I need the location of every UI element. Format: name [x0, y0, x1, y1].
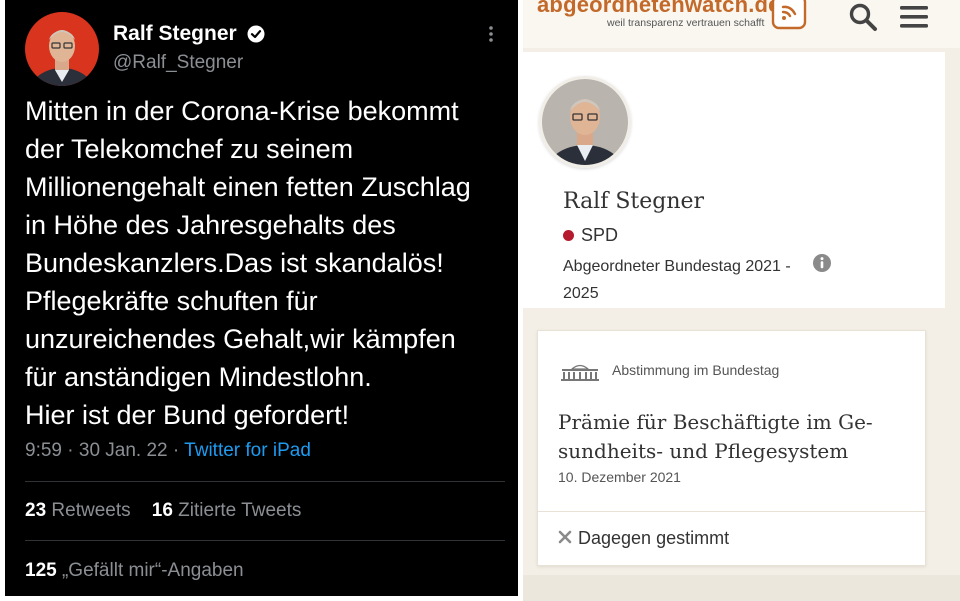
tweet-date[interactable]: 30 Jan. 22 [79, 440, 168, 461]
tweet-text-line: unzureichendes Gehalt,wir kämpfen [25, 324, 456, 354]
vote-result: Dagegen gestimmt [578, 528, 730, 548]
logo-mark-icon[interactable] [771, 0, 807, 30]
page-bottom [523, 575, 960, 601]
tweet-text: Mitten in der Corona-Krise bekommt der T… [25, 92, 515, 434]
menu-icon[interactable] [899, 4, 929, 30]
likes-label[interactable]: „Gefällt mir“-Angaben [62, 560, 244, 581]
verified-badge-icon [247, 25, 265, 43]
party-name[interactable]: SPD [581, 225, 618, 246]
abgeordnetenwatch-page: abgeordnetenwatch.de weil transparenz ve… [523, 0, 960, 601]
site-logo[interactable]: abgeordnetenwatch.de [537, 0, 781, 18]
tweet-text-line: in Höhe des Jahresgehalts des [25, 210, 396, 240]
politician-profile: Ralf Stegner SPD Abgeordneter Bundestag … [523, 52, 945, 308]
tweet-time[interactable]: 9:59 [25, 440, 62, 461]
like-stats: 125 „Gefällt mir“-Angaben [25, 560, 244, 582]
vote-title-line[interactable]: Prämie für Beschäftigte im Ge- [558, 408, 908, 437]
divider [25, 540, 505, 541]
vote-date: 10. Dezember 2021 [558, 469, 681, 485]
retweet-stats: 23 Retweets 16 Zitierte Tweets [25, 500, 301, 522]
tweet-text-line: Mitten in der Corona-Krise bekommt [25, 96, 459, 126]
tweet-card: Ralf Stegner @Ralf_Stegner Mitten in der… [5, 0, 518, 596]
quotes-label[interactable]: Zitierte Tweets [178, 500, 301, 521]
site-tagline: weil transparenz vertrauen schafft [607, 17, 765, 29]
mandate-text: Abgeordneter Bundestag 2021 - 2025 [563, 253, 843, 307]
retweets-count[interactable]: 23 [25, 500, 46, 521]
tweet-text-line: Hier ist der Bund gefordert! [25, 400, 350, 430]
tweet-source-link[interactable]: Twitter for iPad [184, 440, 311, 461]
divider [538, 511, 925, 512]
meta-dot: · [172, 440, 180, 461]
vote-title-line[interactable]: sundheits- und Pflegesystem [558, 437, 908, 466]
divider [25, 481, 505, 482]
author-avatar[interactable] [25, 12, 99, 86]
site-header: abgeordnetenwatch.de weil transparenz ve… [523, 0, 960, 48]
search-icon[interactable] [848, 2, 878, 32]
bundestag-building-icon [560, 363, 600, 381]
quotes-count[interactable]: 16 [152, 500, 173, 521]
politician-photo [539, 76, 631, 168]
likes-count[interactable]: 125 [25, 560, 57, 581]
meta-dot: · [67, 440, 74, 461]
tweet-text-line: Bundeskanzlers.Das ist skandalös! [25, 248, 444, 278]
vote-card[interactable]: Abstimmung im Bundestag Prämie für Besch… [537, 330, 926, 566]
tweet-text-line: der Telekomchef zu seinem [25, 134, 354, 164]
mandate-line: 2025 [563, 285, 599, 302]
info-icon[interactable] [812, 253, 832, 273]
mandate-line: Abgeordneter Bundestag 2021 - [563, 258, 791, 275]
vote-against-icon [558, 530, 572, 544]
tweet-text-line: Pflegekräfte schuften für [25, 286, 318, 316]
party-color-dot [563, 230, 574, 241]
vote-category: Abstimmung im Bundestag [612, 362, 780, 378]
tweet-meta: 9:59 · 30 Jan. 22 · Twitter for iPad [25, 440, 311, 462]
author-name[interactable]: Ralf Stegner [113, 22, 237, 46]
politician-name: Ralf Stegner [563, 189, 705, 214]
retweets-label[interactable]: Retweets [51, 500, 130, 521]
more-options-icon[interactable] [485, 22, 497, 46]
tweet-text-line: für anständigen Mindestlohn. [25, 362, 372, 392]
vote-title[interactable]: Prämie für Beschäftigte im Ge- sundheits… [558, 408, 908, 466]
author-handle[interactable]: @Ralf_Stegner [113, 52, 243, 74]
tweet-text-line: Millionengehalt einen fetten Zuschlag [25, 172, 471, 202]
